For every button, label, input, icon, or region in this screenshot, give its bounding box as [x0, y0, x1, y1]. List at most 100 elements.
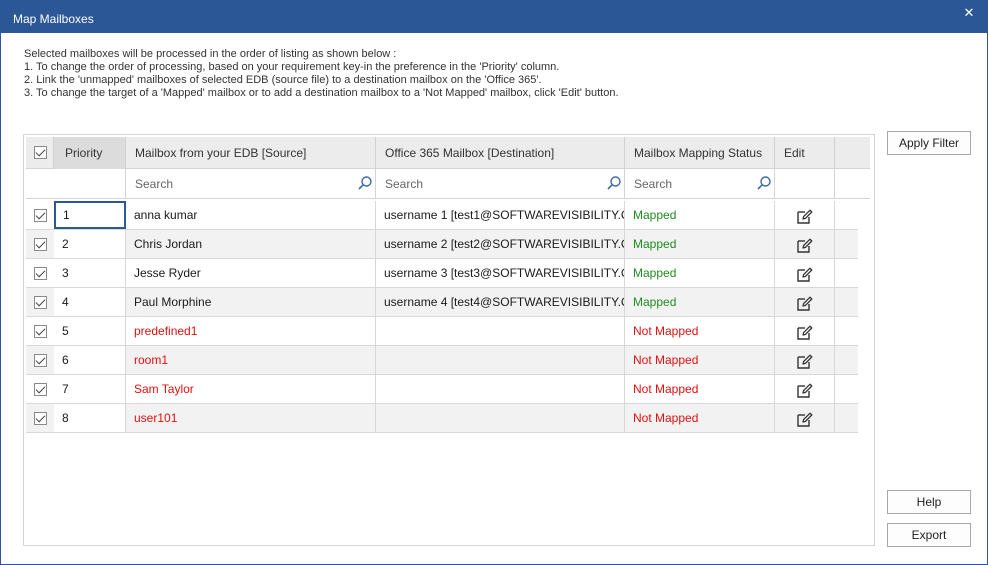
destination-mailbox-cell: username 1 [test1@SOFTWAREVISIBILITY.C..… [376, 201, 625, 229]
header-source[interactable]: Mailbox from your EDB [Source] [126, 137, 376, 169]
edit-icon[interactable] [796, 323, 813, 340]
table-row[interactable]: 2 Chris Jordan username 2 [test2@SOFTWAREV… [26, 230, 858, 259]
mapping-status-cell: Not Mapped [625, 317, 775, 345]
destination-mailbox-cell [376, 317, 625, 345]
source-mailbox-cell: anna kumar [126, 201, 376, 229]
search-icon[interactable] [606, 175, 622, 191]
table-row[interactable]: 3 Jesse Ryder username 3 [test3@SOFTWAREVI… [26, 259, 858, 288]
mapping-status-cell: Not Mapped [625, 346, 775, 374]
row-checkbox-cell [26, 288, 54, 316]
priority-cell[interactable]: 4 [54, 288, 126, 316]
edit-icon[interactable] [796, 352, 813, 369]
row-checkbox[interactable] [34, 325, 47, 338]
row-checkbox-cell [26, 259, 54, 287]
priority-cell[interactable]: 1 [54, 201, 126, 229]
header-priority[interactable]: Priority [54, 137, 126, 169]
map-mailboxes-window: Map Mailboxes ✕ Selected mailboxes will … [0, 0, 988, 565]
destination-mailbox-cell: username 2 [test2@SOFTWAREVISIBILITY.C..… [376, 230, 625, 258]
edit-icon[interactable] [796, 381, 813, 398]
row-checkbox-cell [26, 346, 54, 374]
destination-mailbox-cell: username 3 [test3@SOFTWAREVISIBILITY.C..… [376, 259, 625, 287]
status-search-cell [625, 169, 775, 199]
edit-icon[interactable] [796, 236, 813, 253]
edit-cell [775, 317, 835, 345]
search-icon[interactable] [357, 175, 373, 191]
close-icon[interactable]: ✕ [961, 5, 977, 21]
title-bar: Map Mailboxes ✕ [1, 1, 987, 33]
source-mailbox-cell: predefined1 [126, 317, 376, 345]
instructions: Selected mailboxes will be processed in … [24, 48, 964, 100]
table-row[interactable]: 7 Sam Taylor Not Mapped [26, 375, 858, 404]
source-search-input[interactable] [128, 173, 348, 195]
table-row[interactable]: 6 room1 Not Mapped [26, 346, 858, 375]
mapping-status-cell: Mapped [625, 259, 775, 287]
row-checkbox[interactable] [34, 238, 47, 251]
source-mailbox-cell: Chris Jordan [126, 230, 376, 258]
table-row[interactable]: 8 user101 Not Mapped [26, 404, 858, 433]
source-mailbox-cell: Jesse Ryder [126, 259, 376, 287]
table-row[interactable]: 4 Paul Morphine username 4 [test4@SOFTWARE… [26, 288, 858, 317]
destination-mailbox-cell [376, 346, 625, 374]
mailbox-grid: Priority Mailbox from your EDB [Source] … [23, 134, 875, 546]
priority-cell[interactable]: 5 [54, 317, 126, 345]
priority-cell[interactable]: 8 [54, 404, 126, 432]
edit-cell [775, 346, 835, 374]
header-destination[interactable]: Office 365 Mailbox [Destination] [376, 137, 625, 169]
destination-mailbox-cell [376, 404, 625, 432]
row-checkbox-cell [26, 375, 54, 403]
source-mailbox-cell: Sam Taylor [126, 375, 376, 403]
source-mailbox-cell: Paul Morphine [126, 288, 376, 316]
mapping-status-cell: Not Mapped [625, 404, 775, 432]
destination-mailbox-cell [376, 375, 625, 403]
edit-cell [775, 259, 835, 287]
instruction-line: 3. To change the target of a 'Mapped' ma… [24, 87, 619, 99]
mapping-status-cell: Not Mapped [625, 375, 775, 403]
status-search-input[interactable] [627, 173, 749, 195]
source-search-cell [126, 169, 376, 199]
table-row[interactable]: 1 anna kumar username 1 [test1@SOFTWAREVIS… [26, 201, 858, 230]
priority-cell[interactable]: 2 [54, 230, 126, 258]
edit-cell [775, 404, 835, 432]
row-checkbox-cell [26, 230, 54, 258]
edit-icon[interactable] [796, 410, 813, 427]
row-checkbox[interactable] [34, 267, 47, 280]
priority-cell[interactable]: 6 [54, 346, 126, 374]
edit-cell [775, 375, 835, 403]
select-all-checkbox[interactable] [34, 146, 47, 159]
row-checkbox-cell [26, 317, 54, 345]
source-mailbox-cell: room1 [126, 346, 376, 374]
row-checkbox[interactable] [34, 296, 47, 309]
select-all-cell [26, 137, 54, 169]
destination-search-input[interactable] [378, 173, 598, 195]
edit-icon[interactable] [796, 294, 813, 311]
row-checkbox-cell [26, 201, 54, 229]
edit-icon[interactable] [796, 265, 813, 282]
source-mailbox-cell: user101 [126, 404, 376, 432]
grid-header: Priority Mailbox from your EDB [Source] … [26, 137, 870, 169]
window-title: Map Mailboxes [13, 12, 94, 26]
table-row[interactable]: 5 predefined1 Not Mapped [26, 317, 858, 346]
instruction-line: Selected mailboxes will be processed in … [24, 48, 397, 60]
help-button[interactable]: Help [887, 490, 971, 514]
row-checkbox[interactable] [34, 209, 47, 222]
destination-search-cell [376, 169, 625, 199]
row-checkbox[interactable] [34, 412, 47, 425]
apply-filter-button[interactable]: Apply Filter [887, 131, 971, 155]
edit-cell [775, 288, 835, 316]
mapping-status-cell: Mapped [625, 288, 775, 316]
export-button[interactable]: Export [887, 523, 971, 547]
priority-cell[interactable]: 7 [54, 375, 126, 403]
edit-cell [775, 230, 835, 258]
search-icon[interactable] [756, 175, 772, 191]
row-checkbox-cell [26, 404, 54, 432]
search-row [26, 169, 870, 199]
edit-icon[interactable] [796, 207, 813, 224]
priority-cell[interactable]: 3 [54, 259, 126, 287]
row-checkbox[interactable] [34, 383, 47, 396]
header-status[interactable]: Mailbox Mapping Status [625, 137, 775, 169]
instruction-line: 2. Link the 'unmapped' mailboxes of sele… [24, 74, 542, 86]
destination-mailbox-cell: username 4 [test4@SOFTWAREVISIBILITY.C..… [376, 288, 625, 316]
row-checkbox[interactable] [34, 354, 47, 367]
mapping-status-cell: Mapped [625, 230, 775, 258]
header-edit: Edit [775, 137, 835, 169]
